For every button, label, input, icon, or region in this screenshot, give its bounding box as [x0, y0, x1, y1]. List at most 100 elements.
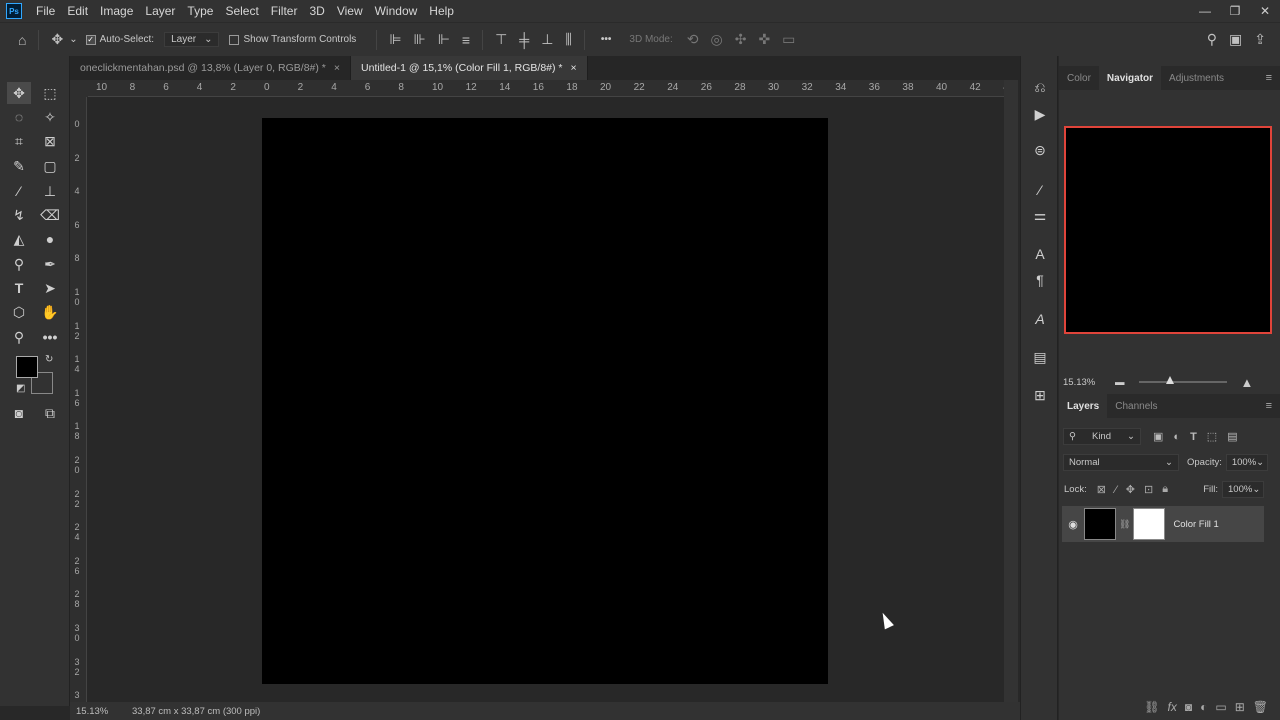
opacity-input[interactable]: 100% ⌄: [1225, 454, 1268, 471]
libraries-icon[interactable]: ⊜: [1028, 139, 1052, 161]
fx-icon[interactable]: fx: [1168, 700, 1177, 714]
menu-3d[interactable]: 3D: [303, 0, 330, 22]
paragraph-icon[interactable]: ¶: [1028, 269, 1052, 291]
filter-shape-icon[interactable]: ⬚: [1207, 430, 1217, 443]
fill-input[interactable]: 100% ⌄: [1222, 481, 1264, 498]
shape-tool-icon[interactable]: ⬡: [7, 301, 31, 323]
chevron-down-icon[interactable]: ⌄: [69, 34, 77, 45]
history-icon[interactable]: ⎌: [1028, 76, 1052, 98]
align-left-icon[interactable]: ⊫: [389, 31, 401, 48]
vertical-scrollbar[interactable]: [1004, 80, 1018, 702]
glyphs-icon[interactable]: A: [1028, 308, 1052, 330]
tab-channels[interactable]: Channels: [1107, 394, 1165, 418]
panel-menu-icon[interactable]: ≡: [1266, 72, 1272, 84]
default-colors-icon[interactable]: ◩: [16, 383, 25, 394]
filter-smart-object-icon[interactable]: ▤: [1227, 430, 1237, 443]
tab-untitled-1[interactable]: Untitled-1 @ 15,1% (Color Fill 1, RGB/8#…: [351, 56, 588, 80]
navigator-zoom-value[interactable]: 15.13%: [1063, 377, 1115, 388]
share-icon[interactable]: ⇪: [1254, 31, 1266, 48]
blur-tool-icon[interactable]: ●: [38, 228, 62, 250]
align-top-icon[interactable]: ⊤: [495, 31, 507, 48]
filter-pixel-icon[interactable]: ▣: [1153, 430, 1163, 443]
panel-menu-icon[interactable]: ≡: [1266, 400, 1272, 412]
pen-tool-icon[interactable]: ✒: [38, 253, 62, 275]
menu-file[interactable]: File: [30, 0, 61, 22]
visibility-eye-icon[interactable]: ◉: [1062, 518, 1084, 531]
layer-row[interactable]: ◉ ⛓ Color Fill 1: [1062, 506, 1264, 542]
new-layer-icon[interactable]: ⊞: [1235, 700, 1245, 714]
auto-select-target-dropdown[interactable]: Layer ⌄: [164, 32, 220, 47]
type-tool-icon[interactable]: T: [7, 277, 31, 299]
brush-tool-icon[interactable]: ⁄: [7, 180, 31, 202]
lock-position-icon[interactable]: ✥: [1126, 483, 1135, 496]
canvas-workspace[interactable]: [88, 97, 1004, 702]
lock-all-icon[interactable]: 🔒︎: [1162, 483, 1168, 496]
lock-transparent-icon[interactable]: ⊠: [1097, 483, 1106, 496]
filter-adjustment-icon[interactable]: ◐: [1173, 431, 1180, 443]
navigator-preview[interactable]: [1064, 126, 1272, 334]
close-icon[interactable]: ×: [334, 62, 340, 74]
tab-layers[interactable]: Layers: [1059, 394, 1108, 418]
horizontal-ruler[interactable]: 10 8 6 4 2 0 2 4 6 8 10 12 14 16 18 20 22 24 26 28 30 32 34 36 3…: [88, 80, 1004, 97]
align-bottom-icon[interactable]: ⊥: [541, 31, 553, 48]
healing-brush-icon[interactable]: ▢: [38, 155, 62, 177]
paint-bucket-icon[interactable]: ◭: [7, 228, 31, 250]
quick-mask-icon[interactable]: ◙: [7, 402, 31, 424]
minimize-button[interactable]: —: [1190, 0, 1220, 22]
zoom-slider-handle[interactable]: [1165, 376, 1174, 384]
hand-tool-icon[interactable]: ✋: [38, 301, 62, 323]
tab-adjustments[interactable]: Adjustments: [1161, 66, 1232, 90]
eyedropper-icon[interactable]: ✎: [7, 155, 31, 177]
adjustment-layer-icon[interactable]: ◐: [1200, 700, 1207, 714]
brushes-icon[interactable]: ⁄: [1028, 179, 1052, 201]
vertical-ruler[interactable]: 0 2 4 6 8 1 0 1 2 1 4 1 6 1 8 2 0 2 2 2 4 2 6 2 8 3 0 3 …: [70, 97, 87, 702]
distribute-vertical-icon[interactable]: ⫼: [565, 31, 571, 48]
align-middle-icon[interactable]: ╪: [519, 32, 529, 48]
link-layers-icon[interactable]: ⛓: [1144, 700, 1159, 714]
menu-select[interactable]: Select: [219, 0, 264, 22]
lock-pixels-icon[interactable]: ⁄: [1115, 484, 1117, 496]
more-tools-icon[interactable]: •••: [38, 326, 62, 348]
gradients-icon[interactable]: ▤: [1028, 346, 1052, 368]
layer-mask-thumbnail[interactable]: [1133, 508, 1166, 540]
link-icon[interactable]: ⛓: [1119, 519, 1130, 530]
tab-navigator[interactable]: Navigator: [1098, 66, 1162, 90]
auto-select-checkbox[interactable]: ✓: [85, 34, 96, 45]
zoom-in-icon[interactable]: ▲: [1241, 375, 1254, 390]
align-center-icon[interactable]: ⊪: [414, 31, 426, 48]
eraser-tool-icon[interactable]: ⌫: [38, 204, 62, 226]
zoom-tool-icon[interactable]: ⚲: [7, 326, 31, 348]
history-brush-icon[interactable]: ↯: [7, 204, 31, 226]
add-mask-icon[interactable]: ◙: [1185, 700, 1192, 714]
menu-layer[interactable]: Layer: [139, 0, 181, 22]
trash-icon[interactable]: 🗑︎: [1253, 700, 1268, 714]
patterns-icon[interactable]: ⊞: [1028, 384, 1052, 406]
tab-color[interactable]: Color: [1059, 66, 1099, 90]
distribute-icon[interactable]: ≡: [462, 32, 470, 48]
move-tool-icon[interactable]: ✥: [7, 82, 31, 104]
adjustments-icon[interactable]: ⚌: [1028, 204, 1052, 226]
menu-image[interactable]: Image: [94, 0, 139, 22]
more-options-button[interactable]: •••: [601, 34, 612, 45]
screen-mode-icon[interactable]: ⧉: [38, 402, 62, 424]
magic-wand-icon[interactable]: ✧: [38, 106, 62, 128]
menu-window[interactable]: Window: [369, 0, 424, 22]
home-icon[interactable]: ⌂: [18, 32, 26, 48]
blend-mode-dropdown[interactable]: Normal ⌄: [1063, 454, 1179, 471]
workspace-icon[interactable]: ▣: [1229, 31, 1242, 48]
tab-oneclickmentahan[interactable]: oneclickmentahan.psd @ 13,8% (Layer 0, R…: [70, 56, 352, 80]
kind-filter-dropdown[interactable]: ⚲ Kind ⌄: [1063, 428, 1141, 445]
marquee-tool-icon[interactable]: ⬚: [38, 82, 62, 104]
actions-play-icon[interactable]: ▶: [1028, 103, 1052, 125]
menu-edit[interactable]: Edit: [61, 0, 94, 22]
restore-button[interactable]: ❐: [1220, 0, 1250, 22]
transform-controls-checkbox[interactable]: [229, 34, 240, 45]
layer-fill-thumbnail[interactable]: [1084, 508, 1116, 540]
menu-view[interactable]: View: [331, 0, 369, 22]
dodge-tool-icon[interactable]: ⚲: [7, 253, 31, 275]
search-icon[interactable]: ⚲: [1207, 31, 1217, 48]
menu-help[interactable]: Help: [423, 0, 460, 22]
frame-tool-icon[interactable]: ⊠: [38, 130, 62, 152]
status-zoom[interactable]: 15.13%: [76, 706, 132, 717]
menu-type[interactable]: Type: [181, 0, 219, 22]
